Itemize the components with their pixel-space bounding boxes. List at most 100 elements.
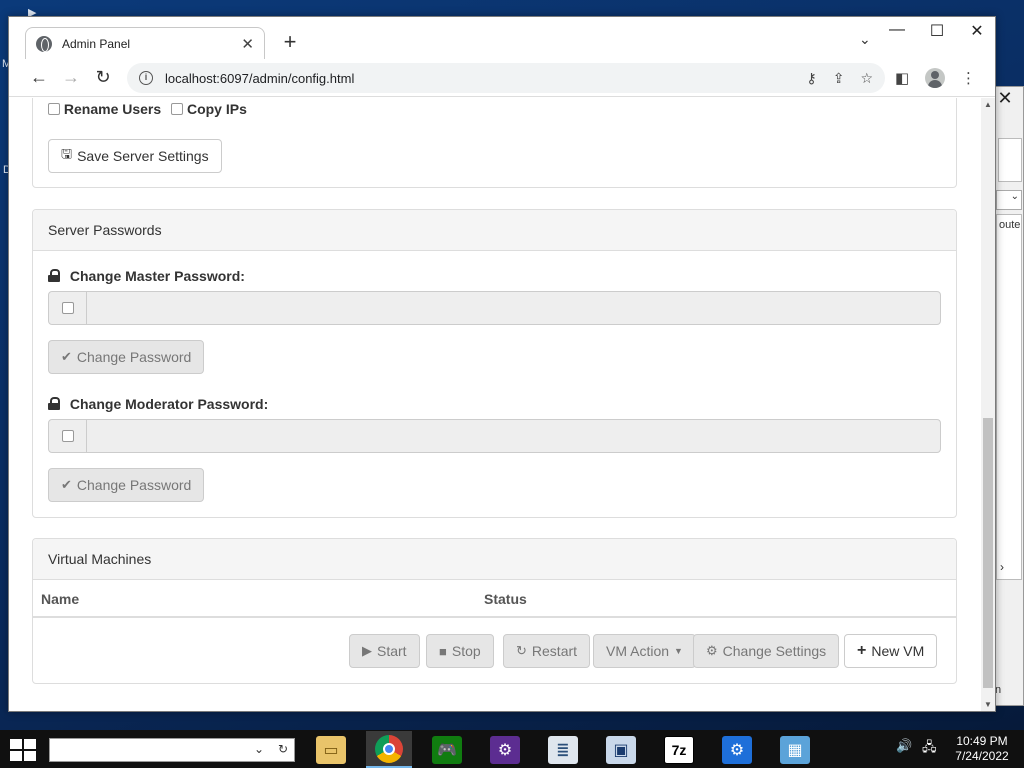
vm-restart-button[interactable]: ↻ Restart (503, 634, 591, 668)
page-scrollbar[interactable]: ▲ ▼ (981, 98, 995, 711)
master-password-enable-checkbox[interactable] (62, 302, 74, 314)
stop-icon: ■ (439, 643, 447, 659)
gear-icon: ⚙ (706, 643, 718, 658)
moderator-password-enable-addon (49, 420, 87, 452)
side-panel-icon[interactable]: ◧ (895, 69, 909, 87)
rename-users-checkbox[interactable] (48, 103, 60, 115)
master-password-field[interactable] (88, 292, 940, 324)
start-windows-icon[interactable] (10, 739, 38, 761)
maximize-button[interactable]: ☐ (917, 21, 957, 41)
server-passwords-heading: Server Passwords (33, 210, 956, 251)
tab-admin-panel[interactable]: Admin Panel ✕ (25, 27, 265, 59)
volume-icon[interactable]: 🔊 (896, 738, 912, 754)
site-info-icon[interactable]: i (139, 71, 153, 85)
url-text[interactable]: localhost:6097/admin/config.html (165, 71, 790, 86)
globe-icon (36, 35, 52, 52)
taskbar-notepad[interactable]: ≣ (540, 731, 586, 768)
vm-action-dropdown[interactable]: VM Action ▼ (593, 634, 696, 668)
menu-kebab-icon[interactable]: ⋮ (961, 69, 976, 87)
forward-arrow-icon[interactable]: → (59, 67, 83, 88)
vm-restart-label: Restart (531, 643, 578, 659)
copy-ips-checkbox[interactable] (171, 103, 184, 115)
back-arrow-icon[interactable]: ← (27, 67, 51, 88)
browser-window: Admin Panel ✕ + ⌄ — ☐ ✕ ← → ↻ i localhos… (8, 16, 996, 712)
vm-start-button[interactable]: ▶ Start (349, 634, 420, 668)
background-window-panel (998, 138, 1022, 182)
taskbar-monitor-app[interactable]: ▣ (598, 731, 644, 768)
tab-close-icon[interactable]: ✕ (241, 35, 254, 53)
checkmark-icon: ✔ (61, 349, 72, 364)
taskbar-settings-purple[interactable]: ⚙ (482, 731, 528, 768)
moderator-password-enable-checkbox[interactable] (62, 430, 74, 442)
share-icon[interactable]: ⇪ (833, 70, 845, 87)
taskbar-game-app[interactable]: 🎮 (424, 731, 470, 768)
tab-title: Admin Panel (62, 36, 131, 51)
address-bar[interactable]: i localhost:6097/admin/config.html ⚷ ⇪ ☆ (127, 63, 885, 93)
refresh-icon[interactable]: ↻ (278, 742, 288, 756)
lock-icon (48, 269, 60, 282)
background-window-scroll-right-icon[interactable]: › (1000, 560, 1004, 574)
vm-change-settings-label: Change Settings (722, 643, 827, 659)
clock-date: 7/24/2022 (955, 749, 1009, 763)
scroll-up-icon[interactable]: ▲ (984, 100, 992, 109)
server-passwords-panel: Server Passwords Change Master Password:… (32, 209, 957, 518)
vm-table-header: Name Status (33, 580, 956, 618)
monitor-icon: ▣ (606, 735, 636, 764)
save-server-settings-button[interactable]: 🖫 Save Server Settings (48, 139, 222, 173)
taskbar-search-box[interactable]: ⌄ ↻ (49, 738, 295, 762)
taskbar-file-explorer[interactable]: ▭ (308, 731, 354, 768)
moderator-password-label-row: Change Moderator Password: (48, 396, 268, 412)
checkmark-icon: ✔ (61, 477, 72, 492)
vm-stop-label: Stop (451, 643, 481, 659)
minimize-button[interactable]: — (877, 21, 917, 39)
vm-change-settings-button[interactable]: ⚙ Change Settings (693, 634, 840, 668)
vm-column-name: Name (41, 591, 80, 607)
new-vm-button[interactable]: + New VM (844, 634, 938, 668)
vm-start-label: Start (377, 643, 407, 659)
tab-search-chevron-icon[interactable]: ⌄ (859, 31, 871, 48)
moderator-password-input-group (48, 419, 941, 453)
rename-users-option: Rename Users Copy IPs (48, 101, 247, 117)
folder-icon: ▭ (316, 735, 346, 764)
background-window-close-icon[interactable]: ✕ (994, 88, 1016, 108)
new-tab-button[interactable]: + (277, 29, 303, 55)
taskbar-control-panel[interactable]: ▦ (772, 731, 818, 768)
scrollbar-thumb[interactable] (983, 418, 993, 688)
close-window-button[interactable]: ✕ (957, 21, 997, 41)
taskbar-settings-blue[interactable]: ⚙ (714, 731, 760, 768)
gear-icon: ⚙ (722, 735, 752, 764)
gear-icon: ⚙ (490, 735, 520, 764)
play-icon: ▶ (362, 643, 372, 658)
save-flag-icon: 🖫 (61, 146, 73, 161)
taskbar-clock[interactable]: 10:49 PM 7/24/2022 (952, 734, 1012, 764)
profile-avatar[interactable] (925, 68, 945, 88)
taskbar: ⌄ ↻ ▭ 🎮 ⚙ ≣ ▣ 7z ⚙ ▦ 🔊 🖧 10:49 PM 7/24/2… (0, 730, 1024, 768)
moderator-password-field[interactable] (88, 420, 940, 452)
save-server-settings-label: Save Server Settings (77, 148, 209, 164)
moderator-password-label: Change Moderator Password: (69, 396, 269, 412)
background-window-dropdown[interactable]: ⌄ (996, 190, 1022, 210)
reload-icon[interactable]: ↻ (91, 67, 115, 88)
lock-icon (48, 397, 60, 410)
clock-time: 10:49 PM (956, 734, 1008, 748)
new-vm-label: New VM (871, 643, 925, 659)
vm-stop-button[interactable]: ■ Stop (426, 634, 494, 668)
chevron-down-icon[interactable]: ⌄ (254, 742, 264, 756)
vm-action-label: VM Action (606, 643, 670, 659)
vm-column-status: Status (484, 591, 527, 607)
master-password-input-group (48, 291, 941, 325)
key-icon[interactable]: ⚷ (806, 70, 816, 87)
change-moderator-password-button[interactable]: ✔ Change Password (48, 468, 205, 502)
scroll-down-icon[interactable]: ▼ (984, 700, 992, 709)
virtual-machines-heading: Virtual Machines (33, 539, 956, 580)
taskbar-7zip[interactable]: 7z (656, 731, 702, 768)
bookmark-star-icon[interactable]: ☆ (860, 70, 873, 87)
network-icon[interactable]: 🖧 (922, 738, 937, 760)
virtual-machines-panel: Virtual Machines Name Status ▶ Start ■ S… (32, 538, 957, 684)
restart-icon: ↻ (516, 643, 527, 658)
change-master-password-button[interactable]: ✔ Change Password (48, 340, 205, 374)
taskbar-chrome[interactable] (366, 731, 412, 768)
page-viewport: Rename Users Copy IPs 🖫 Save Server Sett… (9, 98, 995, 711)
change-master-password-label: Change Password (76, 349, 192, 365)
rename-users-label: Rename Users (63, 101, 162, 117)
